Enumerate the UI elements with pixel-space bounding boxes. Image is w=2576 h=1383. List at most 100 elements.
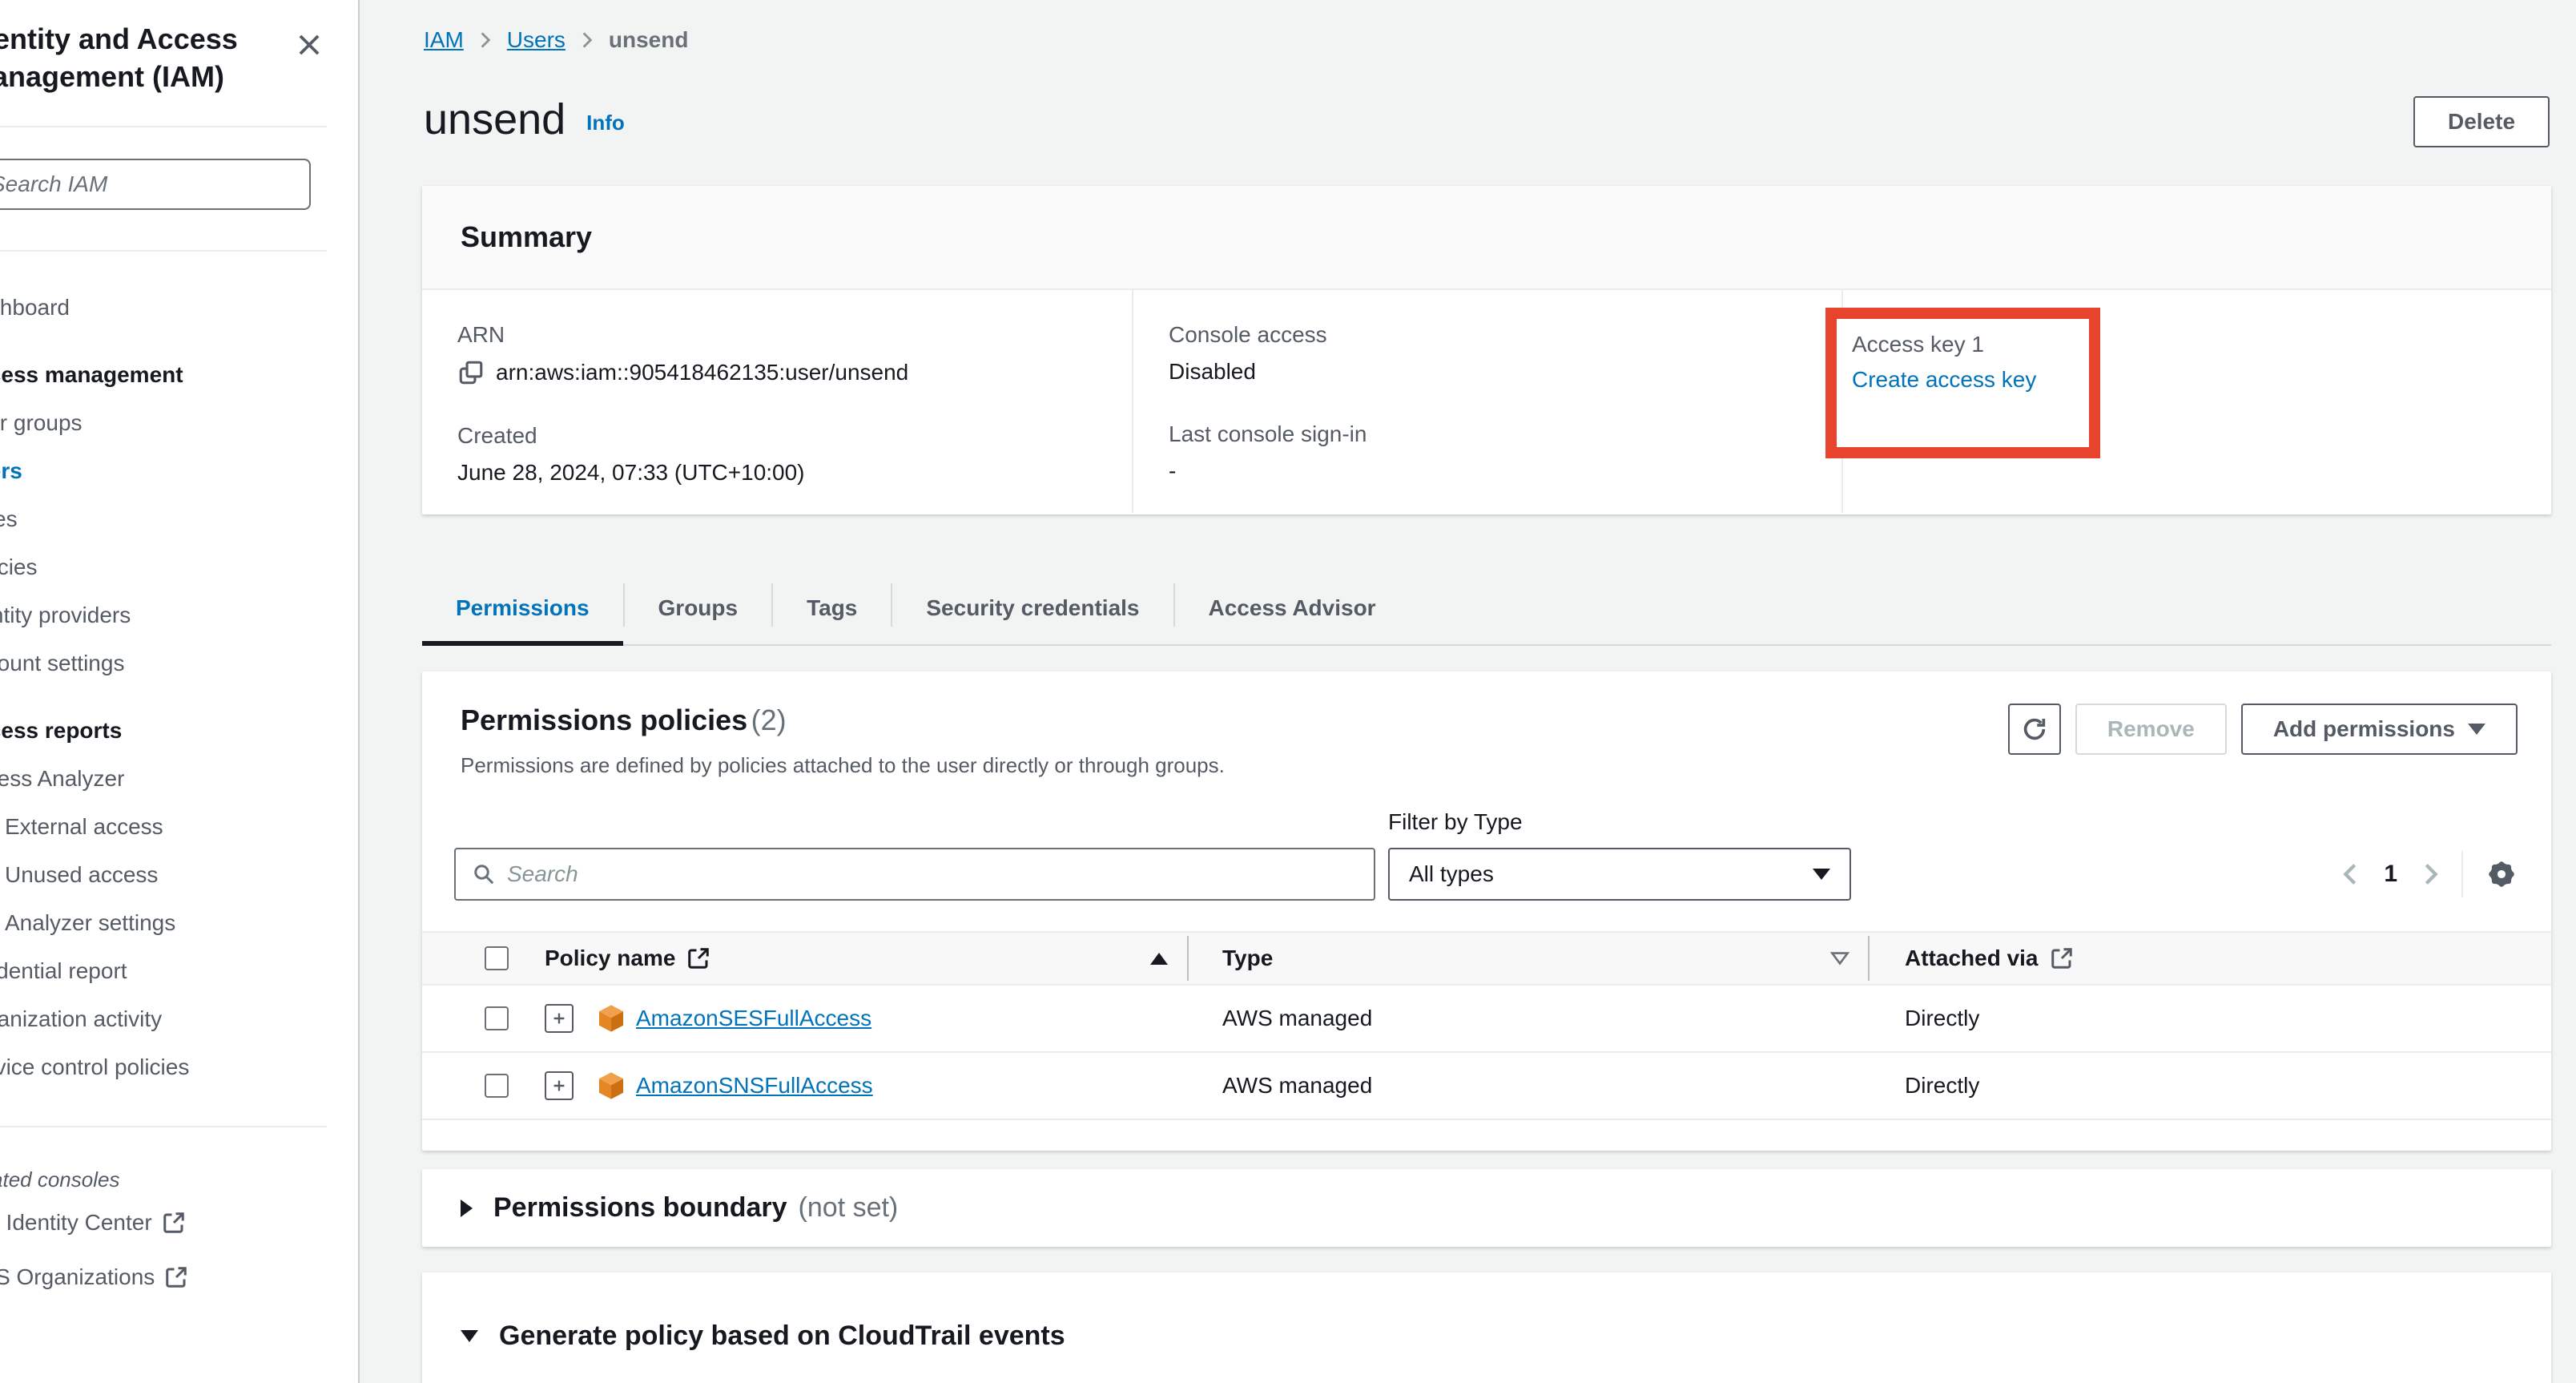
related-consoles-heading: Related consoles (0, 1167, 327, 1192)
summary-col-console: Console access Disabled Last console sig… (1132, 290, 1841, 513)
sidebar-item-policies[interactable]: Policies (0, 543, 327, 591)
policy-search-box (454, 848, 1375, 901)
policy-link[interactable]: AmazonSESFullAccess (636, 1006, 871, 1031)
tab-security-credentials[interactable]: Security credentials (892, 572, 1173, 644)
select-all-checkbox[interactable] (485, 946, 509, 970)
column-label: Type (1222, 946, 1273, 971)
sidebar-link-aws-organizations[interactable]: AWS Organizations (0, 1253, 327, 1301)
current-page-number[interactable]: 1 (2384, 861, 2397, 888)
divider (0, 126, 327, 127)
chevron-right-icon (580, 30, 594, 50)
last-signin-label: Last console sign-in (1169, 421, 1841, 447)
divider (0, 250, 327, 252)
sort-inactive-icon[interactable] (1829, 951, 1850, 966)
summary-card-header: Summary (422, 186, 2551, 290)
row-checkbox[interactable] (485, 1006, 509, 1030)
attached-via-cell: Directly (1905, 1073, 1979, 1099)
tab-permissions[interactable]: Permissions (422, 572, 623, 644)
breadcrumb-users[interactable]: Users (507, 27, 566, 53)
row-checkbox[interactable] (485, 1074, 509, 1098)
chevron-right-icon (478, 30, 493, 50)
divider (0, 1126, 327, 1127)
sidebar-link-iam-identity-center[interactable]: IAM Identity Center (0, 1199, 327, 1247)
sidebar-item-external-access[interactable]: External access (0, 803, 327, 851)
column-header-policy-name[interactable]: Policy name (545, 946, 710, 971)
summary-col-access-key: Access key 1 Create access key (1841, 290, 2551, 513)
sidebar-item-roles[interactable]: Roles (0, 495, 327, 543)
iam-sidebar: Identity and Access Management (IAM) Das… (0, 0, 360, 1383)
column-header-type[interactable]: Type (1222, 946, 1273, 971)
caret-down-icon (1813, 869, 1830, 880)
sidebar-item-service-control-policies[interactable]: Service control policies (0, 1043, 327, 1091)
sidebar-item-organization-activity[interactable]: Organization activity (0, 995, 327, 1043)
policy-type-cell: AWS managed (1222, 1006, 1372, 1031)
generate-policy-section[interactable]: Generate policy based on CloudTrail even… (422, 1272, 2551, 1383)
expand-row-icon[interactable] (545, 1071, 574, 1100)
external-link-icon (2050, 946, 2074, 970)
remove-button[interactable]: Remove (2075, 704, 2227, 755)
arn-label: ARN (457, 322, 1132, 348)
arn-value: arn:aws:iam::905418462135:user/unsend (496, 360, 908, 385)
expand-row-icon[interactable] (545, 1004, 574, 1033)
sidebar-item-access-analyzer[interactable]: Access Analyzer (0, 755, 327, 803)
managed-policy-icon (596, 1071, 626, 1101)
policies-actions: Remove Add permissions (2008, 704, 2518, 778)
caret-down-icon (461, 1330, 478, 1342)
pagination: 1 (2341, 848, 2519, 901)
summary-col-arn: ARN arn:aws:iam::905418462135:user/unsen… (422, 290, 1132, 513)
sort-ascending-icon[interactable] (1150, 953, 1168, 965)
generate-policy-title: Generate policy based on CloudTrail even… (499, 1321, 1065, 1352)
column-header-attached-via[interactable]: Attached via (1905, 946, 2074, 971)
info-link[interactable]: Info (586, 111, 625, 135)
breadcrumb: IAM Users unsend (424, 27, 688, 53)
sidebar-item-credential-report[interactable]: Credential report (0, 947, 327, 995)
divider (2461, 851, 2463, 897)
gear-icon[interactable] (2484, 857, 2519, 892)
type-filter-value: All types (1409, 861, 1494, 887)
table-header-row: Policy name Type Attached via (422, 931, 2551, 986)
sidebar-section-access-reports: Access reports (0, 707, 327, 755)
type-filter-select[interactable]: All types (1388, 848, 1851, 901)
policy-type-cell: AWS managed (1222, 1073, 1372, 1099)
created-value: June 28, 2024, 07:33 (UTC+10:00) (457, 460, 805, 486)
close-icon[interactable] (288, 24, 330, 66)
sidebar-item-analyzer-settings[interactable]: Analyzer settings (0, 899, 327, 947)
external-link-icon (164, 1265, 188, 1289)
sidebar-item-user-groups[interactable]: User groups (0, 399, 327, 447)
main-content: IAM Users unsend unsend Info Delete Summ… (361, 0, 2576, 1383)
add-permissions-button[interactable]: Add permissions (2241, 704, 2518, 755)
annotation-highlight-box: Access key 1 Create access key (1825, 308, 2100, 458)
breadcrumb-iam[interactable]: IAM (424, 27, 464, 53)
delete-button[interactable]: Delete (2413, 96, 2550, 147)
filter-by-type-label: Filter by Type (1388, 809, 1523, 835)
user-detail-tabs: Permissions Groups Tags Security credent… (422, 572, 2551, 646)
related-consoles-group: Related consoles IAM Identity Center AWS… (0, 1126, 327, 1301)
permissions-boundary-title: Permissions boundary (493, 1192, 787, 1224)
next-page-icon[interactable] (2421, 861, 2441, 888)
tab-groups[interactable]: Groups (625, 572, 772, 644)
sidebar-item-dashboard[interactable]: Dashboard (0, 284, 327, 332)
console-access-label: Console access (1169, 322, 1841, 348)
permissions-boundary-section[interactable]: Permissions boundary (not set) (422, 1169, 2551, 1247)
link-label: IAM Identity Center (0, 1210, 152, 1236)
sidebar-section-access-management: Access management (0, 351, 327, 399)
summary-title: Summary (461, 220, 592, 254)
add-permissions-label: Add permissions (2273, 716, 2455, 742)
sidebar-item-users[interactable]: Users (0, 447, 327, 495)
tab-access-advisor[interactable]: Access Advisor (1175, 572, 1410, 644)
sidebar-item-identity-providers[interactable]: Identity providers (0, 591, 327, 639)
link-label: AWS Organizations (0, 1264, 155, 1290)
previous-page-icon[interactable] (2341, 861, 2360, 888)
page-header: unsend Info (424, 95, 625, 144)
search-iam-input[interactable] (0, 159, 311, 210)
copy-icon[interactable] (457, 359, 485, 386)
policy-link[interactable]: AmazonSNSFullAccess (636, 1073, 873, 1099)
tab-tags[interactable]: Tags (773, 572, 891, 644)
table-row: AmazonSESFullAccess AWS managed Directly (422, 986, 2551, 1053)
create-access-key-link[interactable]: Create access key (1852, 367, 2089, 393)
sidebar-item-account-settings[interactable]: Account settings (0, 639, 327, 687)
policies-card-header: Permissions policies (2) Permissions are… (422, 671, 2551, 778)
sidebar-item-unused-access[interactable]: Unused access (0, 851, 327, 899)
refresh-button[interactable] (2008, 704, 2061, 755)
policy-search-input[interactable] (507, 861, 1358, 887)
